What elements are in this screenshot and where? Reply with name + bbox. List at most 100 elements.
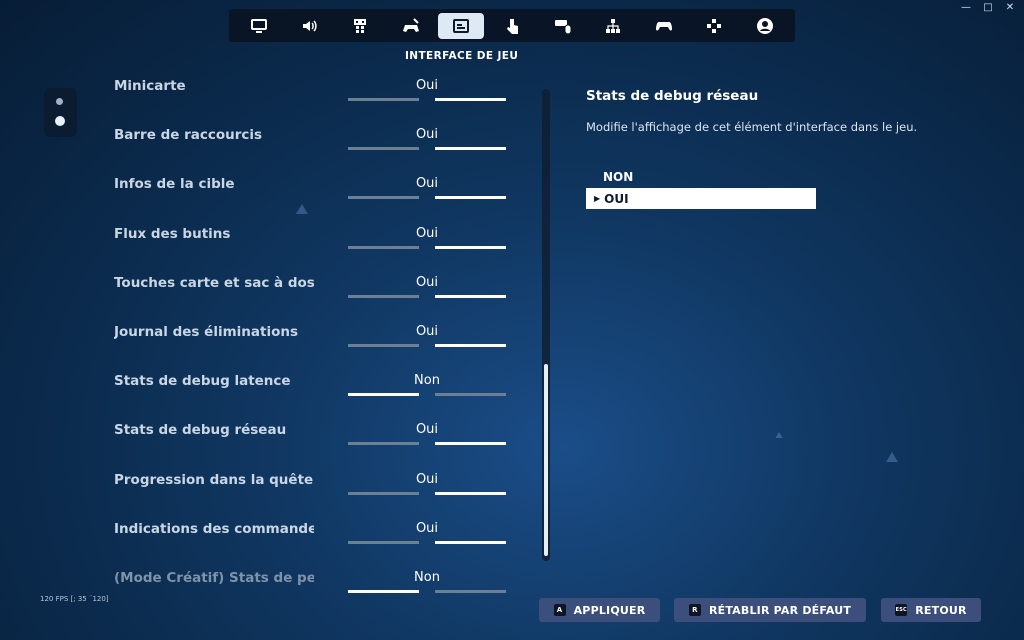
setting-value[interactable]: Oui: [348, 176, 506, 191]
option-label: NON: [603, 169, 634, 184]
setting-row[interactable]: Touches carte et sac à dos Oui: [114, 269, 514, 318]
toggle-segment-on: [435, 196, 506, 200]
setting-value[interactable]: Oui: [348, 226, 506, 241]
window-controls: — □ ✕: [960, 2, 1016, 13]
tab-touch[interactable]: [489, 13, 535, 39]
speaker-icon: [302, 19, 317, 32]
toggle-segment-on: [435, 147, 506, 151]
toggle-segment-off: [348, 343, 419, 347]
setting-label: Minicarte: [114, 78, 186, 94]
toggle-segment-on: [435, 442, 506, 446]
tab-hierarchy[interactable]: [590, 13, 636, 39]
setting-value[interactable]: Oui: [348, 521, 506, 536]
section-title: INTERFACE DE JEU: [405, 50, 519, 62]
apply-button[interactable]: A APPLIQUER: [539, 598, 660, 622]
toggle-segment-off: [348, 491, 419, 495]
dpad-icon: [707, 18, 722, 33]
back-button[interactable]: ESC RETOUR: [881, 598, 981, 622]
reset-defaults-button[interactable]: R RÉTABLIR PAR DÉFAUT: [674, 598, 866, 622]
background-triangle: [886, 452, 898, 462]
background-triangle: [775, 432, 783, 438]
tab-controller-link[interactable]: [388, 13, 434, 39]
setting-row[interactable]: Journal des éliminations Oui: [114, 318, 514, 367]
monitor-icon: [251, 18, 267, 33]
toggle-segment-on: [348, 589, 419, 593]
setting-row[interactable]: Infos de la cible Oui: [114, 170, 514, 219]
tab-dpad[interactable]: [691, 13, 737, 39]
accessibility-icon: [354, 18, 367, 33]
toggle-segment-on: [435, 343, 506, 347]
setting-row[interactable]: (Mode Créatif) Stats de perfo Non: [114, 564, 514, 613]
setting-row[interactable]: Barre de raccourcis Oui: [114, 121, 514, 170]
setting-value[interactable]: Oui: [348, 275, 506, 290]
setting-value[interactable]: Oui: [348, 422, 506, 437]
toggle-segment-on: [435, 294, 506, 298]
controller-link-icon: [402, 17, 419, 32]
page-dot[interactable]: [56, 98, 63, 105]
toggle-segment-off: [435, 393, 506, 397]
setting-value[interactable]: Oui: [348, 324, 506, 339]
setting-value[interactable]: Oui: [348, 78, 506, 93]
setting-label: Infos de la cible: [114, 176, 235, 193]
settings-list: Minicarte Oui Barre de raccourcis Oui In…: [114, 72, 514, 613]
toggle-segment-off: [348, 245, 419, 249]
tab-audio[interactable]: [287, 13, 333, 39]
key-a-icon: A: [553, 604, 566, 616]
toggle-segment-off: [435, 589, 506, 593]
hierarchy-icon: [606, 18, 621, 33]
setting-label: Stats de debug réseau: [114, 422, 287, 439]
setting-value[interactable]: Oui: [348, 472, 506, 487]
detail-description: Modifie l'affichage de cet élément d'int…: [586, 120, 918, 134]
toggle-segment-off: [348, 540, 419, 544]
toggle-segment-off: [348, 294, 419, 298]
setting-row[interactable]: Indications des commandes Oui: [114, 515, 514, 564]
toggle-segment-off: [348, 196, 419, 200]
gamepad-icon: [655, 21, 672, 30]
page-indicator: [44, 88, 77, 137]
toggle-segment-on: [435, 245, 506, 249]
setting-row[interactable]: Minicarte Oui: [114, 72, 514, 121]
setting-value[interactable]: Non: [348, 373, 506, 388]
back-label: RETOUR: [915, 603, 967, 617]
close-button[interactable]: ✕: [1004, 2, 1016, 13]
account-icon: [756, 17, 773, 34]
setting-label: Barre de raccourcis: [114, 127, 263, 144]
setting-label: Touches carte et sac à dos: [114, 274, 314, 291]
fps-counter: 120 FPS [; 35 ¨120]: [40, 595, 109, 603]
key-esc-icon: ESC: [895, 604, 908, 616]
tab-keyboard-mouse[interactable]: [540, 13, 586, 39]
minimize-button[interactable]: —: [960, 2, 972, 13]
setting-label: Indications des commandes: [114, 520, 314, 537]
toggle-segment-on: [435, 98, 506, 101]
tab-gamepad[interactable]: [641, 13, 687, 39]
maximize-button[interactable]: □: [982, 2, 994, 13]
tab-video[interactable]: [236, 13, 282, 39]
game-ui-icon: [453, 18, 470, 33]
settings-category-nav: [229, 9, 795, 42]
keyboard-mouse-icon: [554, 19, 572, 34]
page-dot-active[interactable]: [55, 116, 65, 126]
tab-account[interactable]: [742, 13, 788, 39]
setting-label: Progression dans la quête: [114, 471, 314, 488]
setting-value[interactable]: Non: [348, 570, 506, 585]
tab-accessibility[interactable]: [337, 13, 383, 39]
setting-value[interactable]: Oui: [348, 127, 506, 142]
setting-row-selected[interactable]: Stats de debug réseau Oui: [114, 416, 514, 465]
detail-title: Stats de debug réseau: [586, 88, 759, 104]
option-oui-selected[interactable]: ▶ OUI: [586, 188, 816, 209]
scrollbar-thumb[interactable]: [544, 364, 548, 556]
setting-row[interactable]: Flux des butins Oui: [114, 220, 514, 269]
setting-row[interactable]: Stats de debug latence Non: [114, 367, 514, 416]
setting-row[interactable]: Progression dans la quête Oui: [114, 466, 514, 515]
toggle-segment-off: [348, 147, 419, 151]
option-label: OUI: [604, 191, 629, 206]
touch-icon: [506, 18, 518, 34]
option-non[interactable]: NON: [586, 166, 816, 187]
setting-label: Flux des butins: [114, 225, 231, 242]
toggle-segment-off: [348, 442, 419, 446]
tab-game-ui[interactable]: [438, 12, 485, 39]
toggle-segment-on: [348, 393, 419, 397]
caret-right-icon: ▶: [594, 194, 601, 203]
toggle-segment-off: [348, 98, 419, 101]
setting-label: Journal des éliminations: [114, 323, 298, 340]
